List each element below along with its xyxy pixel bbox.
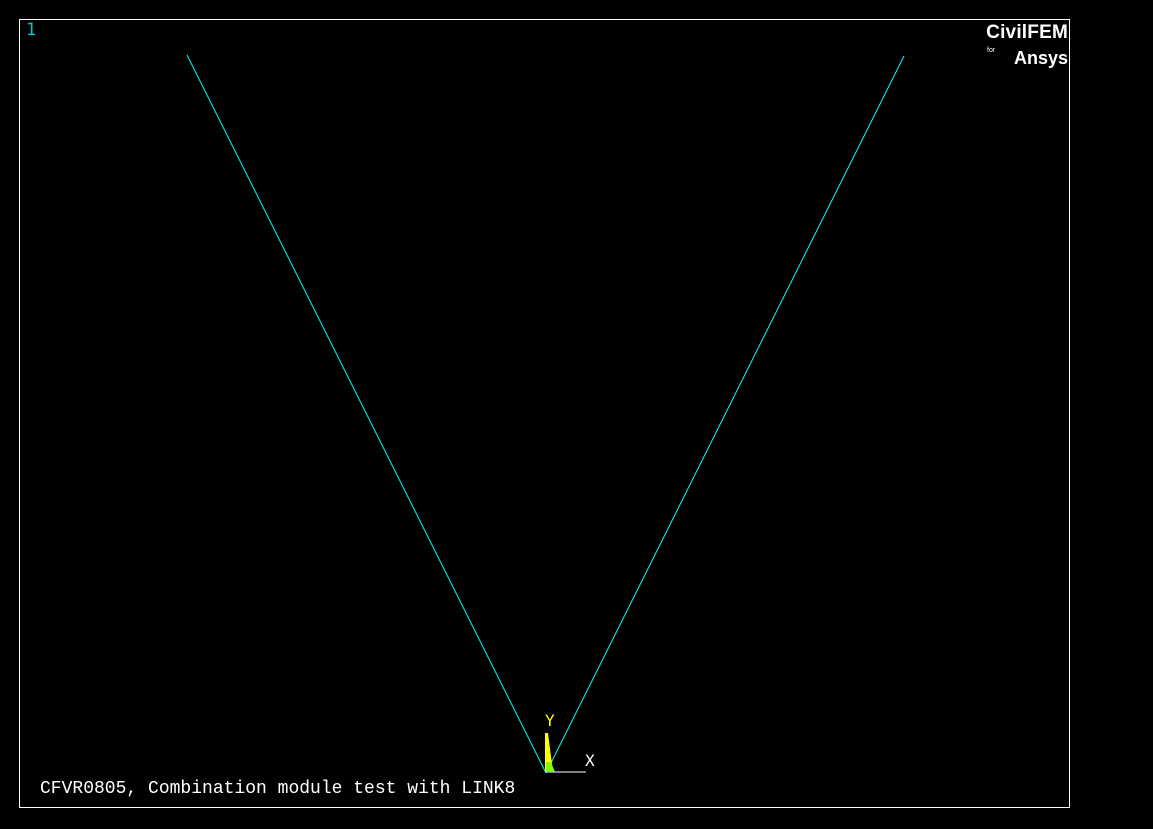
triad-z-axis xyxy=(546,762,555,772)
triad-x-label: X xyxy=(585,751,595,770)
link-element-left xyxy=(186,54,547,774)
link-element-right xyxy=(545,55,905,774)
plot-title: CFVR0805, Combination module test with L… xyxy=(40,779,516,799)
triad-y-label: Y xyxy=(545,711,555,730)
coordinate-triad xyxy=(545,733,586,773)
model-canvas xyxy=(186,54,905,774)
